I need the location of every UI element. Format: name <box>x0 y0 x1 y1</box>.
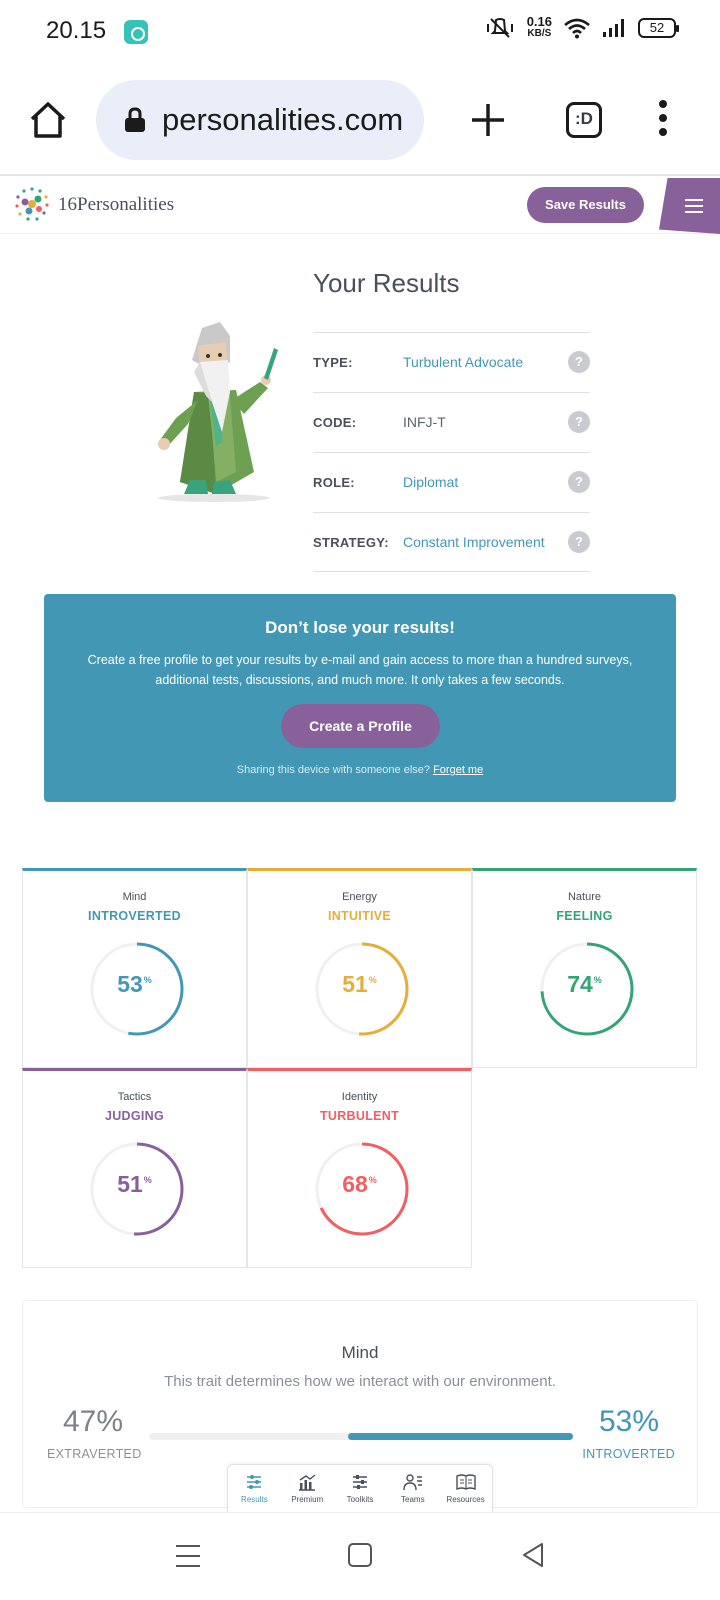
results-icon <box>247 1475 262 1489</box>
results-table: TYPE: Turbulent Advocate ? CODE: INFJ-T … <box>313 332 590 572</box>
type-value-link[interactable]: Turbulent Advocate <box>403 354 523 370</box>
help-icon[interactable]: ? <box>568 531 590 553</box>
teams-icon <box>403 1474 422 1491</box>
nav-label: Results <box>241 1495 268 1504</box>
nav-item-teams[interactable]: Teams <box>386 1465 439 1513</box>
banner-footer: Sharing this device with someone else? F… <box>44 764 676 776</box>
lock-icon <box>125 107 145 132</box>
trait-percent: 74% <box>567 971 602 997</box>
address-bar[interactable]: personalities.com <box>96 80 424 160</box>
wifi-icon <box>564 18 590 39</box>
nav-label: Premium <box>291 1495 324 1504</box>
trait-name: INTUITIVE <box>327 909 392 923</box>
trait-name: JUDGING <box>104 1109 165 1123</box>
code-label: CODE: <box>313 415 357 430</box>
strategy-value-link[interactable]: Constant Improvement <box>403 534 545 550</box>
banner-title: Don’t lose your results! <box>265 618 455 637</box>
browser-toolbar: personalities.com :D <box>0 64 720 176</box>
trait-category: Energy <box>342 891 377 903</box>
status-indicators: 0.16 KB/S 52 <box>485 14 679 40</box>
site-bottom-nav: Results Premium Toolkits Teams Resources <box>227 1464 493 1514</box>
trait-percent: 53% <box>117 971 152 997</box>
system-home-icon[interactable] <box>348 1543 372 1567</box>
create-profile-button[interactable]: Create a Profile <box>281 704 440 748</box>
logo-icon[interactable] <box>14 186 50 222</box>
nav-label: Teams <box>401 1495 425 1504</box>
strategy-label: STRATEGY: <box>313 535 389 550</box>
introverted-label: INTROVERTED <box>582 1447 675 1461</box>
nav-item-toolkits[interactable]: Toolkits <box>334 1465 387 1513</box>
result-row-role: ROLE: Diplomat ? <box>313 452 590 512</box>
introverted-percent: 53% <box>598 1405 659 1438</box>
page-title: Your Results <box>313 268 460 298</box>
code-value: INFJ-T <box>403 414 446 430</box>
tab-switcher-button[interactable]: :D <box>566 102 602 138</box>
battery-icon: 52 <box>638 18 679 38</box>
trait-percent: 51% <box>117 1171 152 1197</box>
advocate-character-illustration <box>158 322 278 502</box>
forget-me-link[interactable]: Forget me <box>433 764 483 776</box>
banner-text: Create a free profile to get your result… <box>87 653 633 687</box>
mind-description: This trait determines how we interact wi… <box>164 1373 556 1390</box>
trait-card-nature[interactable]: Nature FEELING 74% <box>472 868 697 1068</box>
new-tab-icon[interactable] <box>468 100 508 140</box>
nav-item-results[interactable]: Results <box>228 1465 281 1513</box>
save-results-banner: Don’t lose your results! Create a free p… <box>44 594 676 802</box>
browser-menu-icon[interactable] <box>656 100 670 140</box>
sharing-device-text: Sharing this device with someone else? <box>236 764 431 776</box>
trait-name: FEELING <box>556 909 613 923</box>
nav-label: Resources <box>446 1495 485 1504</box>
nav-label: Toolkits <box>346 1495 374 1504</box>
result-row-strategy: STRATEGY: Constant Improvement ? <box>313 512 590 572</box>
resources-icon <box>455 1474 476 1491</box>
back-icon[interactable] <box>520 1541 546 1569</box>
role-value-link[interactable]: Diplomat <box>403 474 458 490</box>
url-text: personalities.com <box>162 102 404 137</box>
recent-apps-icon[interactable] <box>176 1545 200 1567</box>
trait-category: Mind <box>122 891 147 903</box>
logo-text[interactable]: 16Personalities <box>58 194 174 216</box>
site-header: 16Personalities Save Results <box>0 178 720 234</box>
help-icon[interactable]: ? <box>568 351 590 373</box>
role-label: ROLE: <box>313 475 355 490</box>
system-navigation-bar <box>0 1512 720 1600</box>
trait-name: INTROVERTED <box>88 909 181 923</box>
status-time: 20.15 <box>46 17 107 44</box>
result-row-code: CODE: INFJ-T ? <box>313 392 590 452</box>
nav-item-premium[interactable]: Premium <box>281 1465 334 1513</box>
app-notification-icon <box>124 20 148 44</box>
hamburger-icon <box>685 199 703 201</box>
trait-category: Identity <box>341 1091 378 1103</box>
mute-vibrate-icon <box>486 18 513 38</box>
mind-title: Mind <box>341 1343 379 1362</box>
trait-percent: 51% <box>342 971 377 997</box>
trait-card-identity[interactable]: Identity TURBULENT 68% <box>247 1068 472 1268</box>
premium-icon <box>299 1474 316 1491</box>
extraverted-label: EXTRAVERTED <box>47 1447 142 1461</box>
network-speed: 0.16 KB/S <box>526 14 552 39</box>
help-icon[interactable]: ? <box>568 471 590 493</box>
trait-percent: 68% <box>342 1171 377 1197</box>
trait-card-mind[interactable]: Mind INTROVERTED 53% <box>22 868 247 1068</box>
trait-category: Nature <box>567 891 602 903</box>
status-bar: 20.15 0.16 KB/S 52 <box>0 0 720 64</box>
mind-trait-bar <box>149 1433 573 1440</box>
help-icon[interactable]: ? <box>568 411 590 433</box>
result-row-type: TYPE: Turbulent Advocate ? <box>313 332 590 392</box>
signal-icon <box>603 19 624 37</box>
type-label: TYPE: <box>313 355 353 370</box>
home-icon[interactable] <box>26 98 70 142</box>
mind-trait-bar-fill <box>348 1433 573 1440</box>
nav-item-resources[interactable]: Resources <box>439 1465 492 1513</box>
trait-card-energy[interactable]: Energy INTUITIVE 51% <box>247 868 472 1068</box>
toolkits-icon <box>352 1475 367 1489</box>
site-menu-button[interactable] <box>659 178 720 234</box>
save-results-button[interactable]: Save Results <box>527 187 644 223</box>
trait-card-tactics[interactable]: Tactics JUDGING 51% <box>22 1068 247 1268</box>
extraverted-percent: 47% <box>63 1405 124 1438</box>
trait-name: TURBULENT <box>319 1109 400 1123</box>
trait-category: Tactics <box>117 1091 152 1103</box>
